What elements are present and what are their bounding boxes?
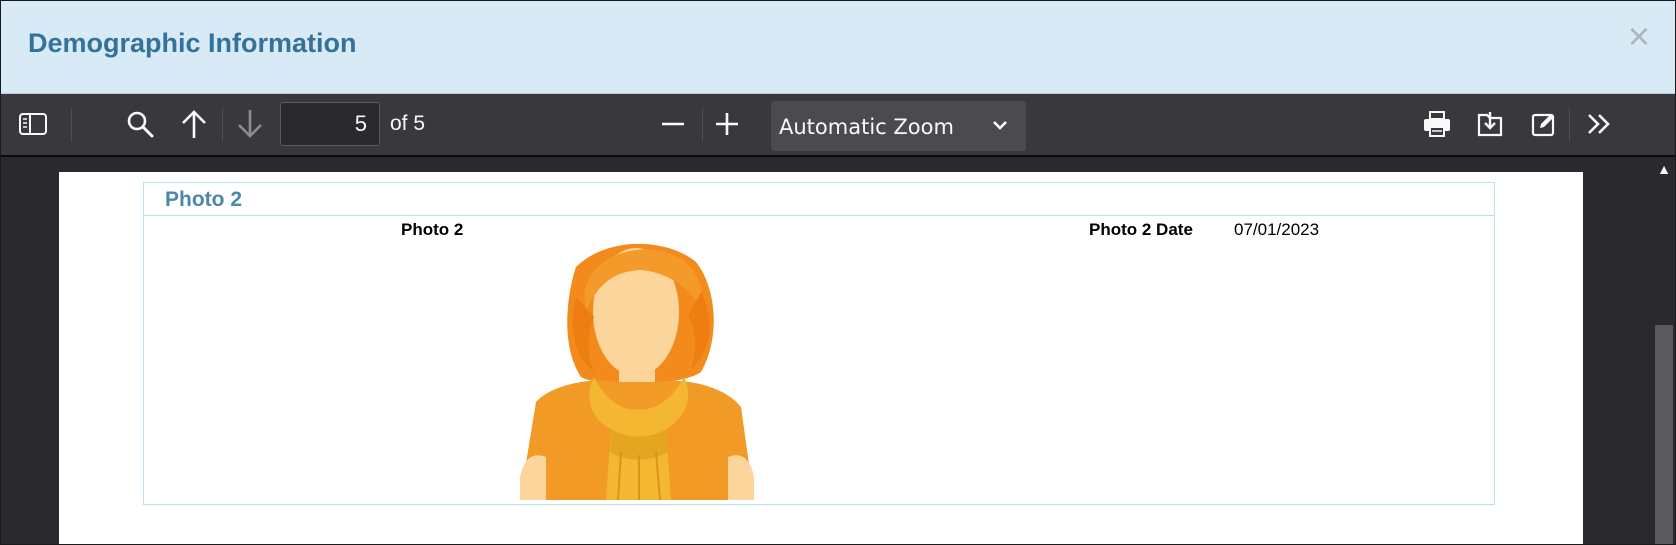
toolbar-separator	[71, 108, 72, 142]
portrait-photo	[520, 243, 754, 500]
pdf-page: Photo 2 Photo 2 Photo 2 Date 07/01/2023	[59, 172, 1583, 544]
chevron-down-icon	[993, 121, 1007, 130]
sidebar-toggle-button[interactable]	[15, 106, 51, 142]
more-tools-icon	[1588, 114, 1610, 134]
zoom-select-value: Automatic Zoom	[779, 115, 954, 139]
scroll-up-icon[interactable]: ▲	[1657, 161, 1671, 177]
search-icon	[127, 111, 154, 138]
section-title: Photo 2	[165, 188, 242, 211]
section-title-bar: Photo 2	[144, 183, 1494, 216]
next-page-button[interactable]	[232, 106, 268, 142]
photo-label: Photo 2	[401, 220, 464, 239]
previous-page-button[interactable]	[176, 106, 212, 142]
pdf-viewer[interactable]: Photo 2 Photo 2 Photo 2 Date 07/01/2023	[1, 157, 1675, 544]
previous-page-icon	[182, 110, 206, 138]
photo-section: Photo 2 Photo 2 Photo 2 Date 07/01/2023	[143, 182, 1495, 505]
page-number-input[interactable]	[280, 102, 380, 146]
edit-icon	[1531, 113, 1555, 137]
vertical-scrollbar[interactable]: ▲	[1653, 157, 1675, 544]
photo-date-value: 07/01/2023	[1234, 220, 1320, 239]
sidebar-toggle-icon	[19, 113, 47, 135]
download-button[interactable]	[1472, 106, 1508, 142]
next-page-icon	[238, 110, 262, 138]
close-button[interactable]: ×	[1625, 22, 1653, 52]
toolbar-separator	[702, 108, 703, 142]
toolbar-separator	[222, 108, 223, 142]
scrollbar-thumb[interactable]	[1655, 325, 1673, 544]
page-count-label: of 5	[390, 112, 426, 135]
demographic-modal: Demographic Information × 5 of 5 Automat…	[0, 0, 1676, 545]
modal-title: Demographic Information	[28, 28, 357, 58]
search-button[interactable]	[122, 106, 158, 142]
edit-button[interactable]	[1526, 106, 1562, 142]
print-icon	[1424, 111, 1450, 137]
zoom-out-icon	[662, 122, 684, 126]
toolbar-separator	[1569, 108, 1570, 142]
download-icon	[1477, 112, 1503, 137]
zoom-out-button[interactable]	[655, 106, 691, 142]
zoom-in-button[interactable]	[709, 106, 745, 142]
zoom-select[interactable]: Automatic Zoom	[771, 101, 1026, 151]
modal-header: Demographic Information ×	[1, 1, 1675, 94]
more-tools-button[interactable]	[1581, 106, 1617, 142]
photo-date-label: Photo 2 Date	[1089, 220, 1193, 239]
pdf-toolbar: of 5 Automatic Zoom	[1, 94, 1675, 157]
print-button[interactable]	[1419, 106, 1455, 142]
zoom-in-icon	[716, 113, 738, 135]
